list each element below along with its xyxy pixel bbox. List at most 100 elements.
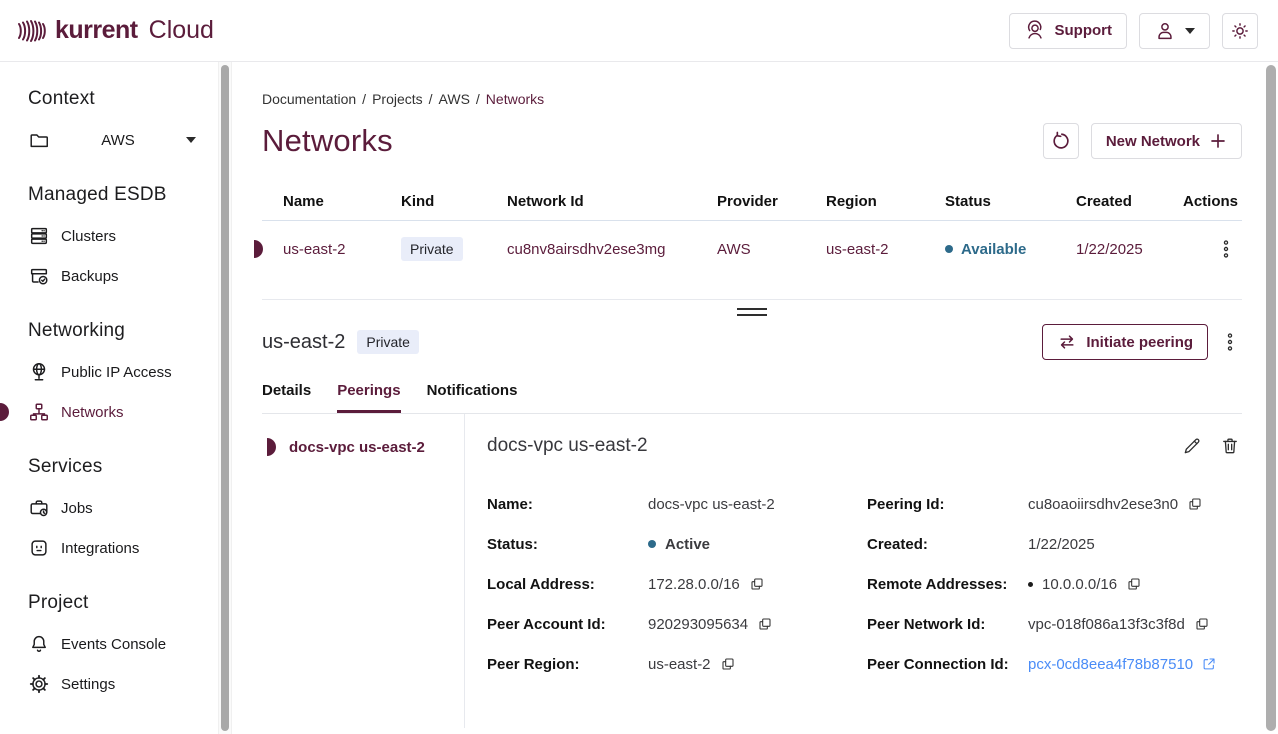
tab-notifications[interactable]: Notifications <box>427 382 518 413</box>
sidebar-item-public-ip-access[interactable]: Public IP Access <box>28 352 218 392</box>
brand-name: kurrent <box>55 16 138 45</box>
kind-badge: Private <box>401 237 463 261</box>
peerings-list: docs-vpc us-east-2 <box>262 414 465 728</box>
main-scrollbar-thumb[interactable] <box>1266 65 1276 731</box>
kurrent-logo[interactable]: kurrent Cloud <box>16 16 214 46</box>
outlet-icon <box>28 537 50 559</box>
kebab-icon <box>1222 331 1238 353</box>
headset-icon <box>1024 20 1046 42</box>
external-link-icon <box>1201 656 1217 672</box>
copy-button[interactable] <box>1187 496 1203 512</box>
field-label: Status: <box>487 536 648 553</box>
field-label: Remote Addresses: <box>867 576 1028 593</box>
breadcrumb-item[interactable]: Projects <box>372 91 423 107</box>
copy-button[interactable] <box>720 656 736 672</box>
sidebar-item-label: Networks <box>61 404 124 421</box>
row-actions-menu-button[interactable] <box>1214 234 1238 264</box>
status-dot <box>945 245 953 253</box>
field-status: Status: Active <box>487 524 867 564</box>
user-menu-button[interactable] <box>1139 13 1210 49</box>
briefcase-clock-icon <box>28 497 50 519</box>
copy-button[interactable] <box>1126 576 1142 592</box>
breadcrumb-item[interactable]: Documentation <box>262 91 356 107</box>
logo-waves-icon <box>16 16 46 46</box>
sidebar-item-label: Public IP Access <box>61 364 172 381</box>
sidebar-item-label: Backups <box>61 268 119 285</box>
page-title: Networks <box>262 123 393 159</box>
support-label: Support <box>1055 22 1113 39</box>
panel-divider <box>262 299 1242 300</box>
theme-toggle-button[interactable] <box>1222 13 1258 49</box>
copy-button[interactable] <box>757 616 773 632</box>
breadcrumb-separator: / <box>362 91 366 107</box>
sidebar-heading-services: Services <box>28 456 218 478</box>
sidebar-item-settings[interactable]: Settings <box>28 664 218 704</box>
initiate-peering-button[interactable]: Initiate peering <box>1042 324 1208 360</box>
field-label: Name: <box>487 496 648 513</box>
sidebar-item-label: Integrations <box>61 540 139 557</box>
edit-peering-button[interactable] <box>1180 434 1204 458</box>
field-peer-region: Peer Region: us-east-2 <box>487 644 867 684</box>
column-header-network-id: Network Id <box>486 193 696 210</box>
list-bullet <box>1028 582 1033 587</box>
globe-icon <box>28 361 50 383</box>
sidebar-item-label: Settings <box>61 676 115 693</box>
peering-detail: docs-vpc us-east-2 <box>465 414 1242 728</box>
refresh-button[interactable] <box>1043 123 1079 159</box>
status-text: Available <box>961 241 1026 258</box>
cell-created: 1/22/2025 <box>1055 241 1162 258</box>
copy-button[interactable] <box>1194 616 1210 632</box>
backups-icon <box>28 265 50 287</box>
plus-icon <box>1209 132 1227 150</box>
context-value: AWS <box>101 132 135 149</box>
sun-icon <box>1229 20 1251 42</box>
networks-table: Name Kind Network Id Provider Region Sta… <box>262 183 1242 277</box>
support-button[interactable]: Support <box>1009 13 1128 49</box>
field-value: 172.28.0.0/16 <box>648 576 740 593</box>
column-header-created: Created <box>1055 193 1162 210</box>
peering-list-item[interactable]: docs-vpc us-east-2 <box>262 438 464 456</box>
sidebar-item-networks[interactable]: Networks <box>28 392 218 432</box>
column-header-kind: Kind <box>380 193 486 210</box>
sidebar-item-label: Clusters <box>61 228 116 245</box>
field-label: Peer Network Id: <box>867 616 1028 633</box>
network-kind-badge: Private <box>357 330 419 354</box>
field-label: Created: <box>867 536 1028 553</box>
tab-details[interactable]: Details <box>262 382 311 413</box>
field-value: cu8oaoiirsdhv2ese3n0 <box>1028 496 1178 513</box>
delete-peering-button[interactable] <box>1218 434 1242 458</box>
copy-icon <box>757 616 773 632</box>
panel-drag-handle[interactable] <box>737 308 767 316</box>
breadcrumb-item[interactable]: AWS <box>439 91 470 107</box>
column-header-actions: Actions <box>1162 193 1242 210</box>
cell-region: us-east-2 <box>805 241 924 258</box>
sidebar-scrollbar-thumb[interactable] <box>221 65 229 731</box>
table-row[interactable]: us-east-2 Private cu8nv8airsdhv2ese3mg A… <box>262 221 1242 277</box>
peering-detail-title: docs-vpc us-east-2 <box>487 435 648 457</box>
sidebar-heading-project: Project <box>28 592 218 614</box>
top-header: kurrent Cloud Support <box>0 0 1278 62</box>
sidebar-item-clusters[interactable]: Clusters <box>28 216 218 256</box>
peer-connection-link[interactable]: pcx-0cd8eea4f78b87510 <box>1028 656 1217 673</box>
new-network-button[interactable]: New Network <box>1091 123 1242 159</box>
column-header-name: Name <box>262 193 380 210</box>
sidebar-item-backups[interactable]: Backups <box>28 256 218 296</box>
active-item-marker <box>0 403 9 421</box>
column-header-status: Status <box>924 193 1055 210</box>
sidebar-item-integrations[interactable]: Integrations <box>28 528 218 568</box>
sidebar-scrollbar[interactable] <box>218 62 232 734</box>
sidebar-item-jobs[interactable]: Jobs <box>28 488 218 528</box>
field-remote-addresses: Remote Addresses: 10.0.0.0/16 <box>867 564 1242 604</box>
panel-actions-menu-button[interactable] <box>1218 327 1242 357</box>
pencil-icon <box>1182 436 1202 456</box>
breadcrumb-current: Networks <box>486 91 544 107</box>
sidebar-item-events-console[interactable]: Events Console <box>28 624 218 664</box>
main-scrollbar[interactable] <box>1264 62 1278 734</box>
copy-icon <box>1187 496 1203 512</box>
copy-button[interactable] <box>749 576 765 592</box>
copy-icon <box>720 656 736 672</box>
context-selector[interactable]: AWS <box>28 120 196 160</box>
chevron-down-icon <box>186 137 196 143</box>
tab-peerings[interactable]: Peerings <box>337 382 400 413</box>
exchange-arrows-icon <box>1057 332 1077 352</box>
